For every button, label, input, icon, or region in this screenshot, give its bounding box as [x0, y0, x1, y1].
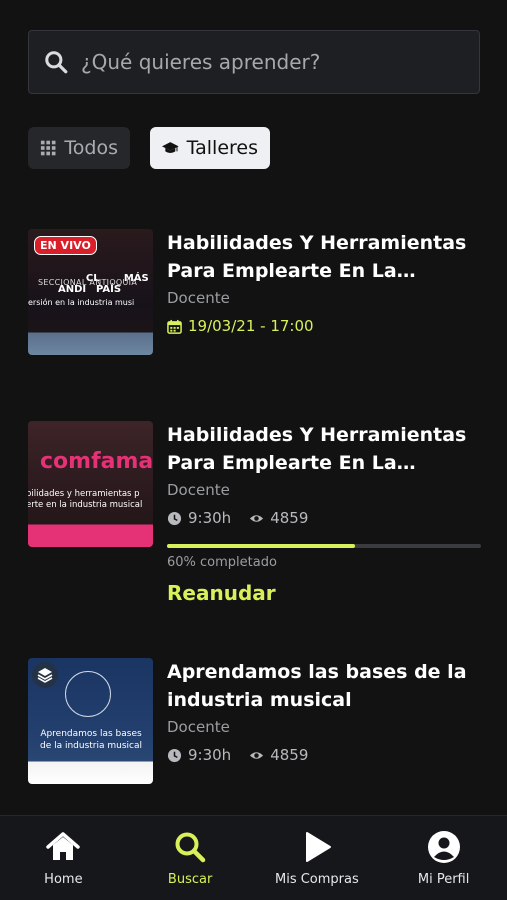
nav-home[interactable]: Home — [0, 816, 127, 900]
nav-profile-label: Mi Perfil — [417, 872, 470, 887]
eye-icon — [250, 514, 264, 522]
calendar-icon — [167, 319, 182, 334]
course-teacher: Docente — [167, 481, 230, 499]
course-stats: 9:30h 4859 — [167, 509, 485, 527]
resume-button[interactable]: Reanudar — [167, 581, 276, 605]
progress-fill — [167, 544, 356, 548]
nav-purchases[interactable]: Mis Compras — [254, 816, 381, 900]
course-duration: 9:30h — [188, 509, 232, 527]
filter-talleres-label: Talleres — [186, 137, 258, 159]
course-title[interactable]: Habilidades Y Herramientas Para Empleart… — [167, 229, 485, 285]
user-icon — [427, 831, 460, 863]
thumbnail-caption: bilidades y herramientas p erte en la in… — [28, 489, 143, 510]
course-views: 4859 — [270, 746, 309, 764]
course-title[interactable]: Habilidades Y Herramientas Para Empleart… — [167, 421, 485, 477]
course-stats: 9:30h 4859 — [167, 746, 485, 764]
progress-bar — [167, 544, 481, 548]
course-views: 4859 — [270, 509, 309, 527]
course-info: Habilidades Y Herramientas Para Empleart… — [167, 229, 485, 335]
nav-profile[interactable]: Mi Perfil — [380, 816, 507, 900]
course-thumbnail[interactable]: Aprendamos las bases de la industria mus… — [28, 658, 153, 784]
filter-all-chip[interactable]: Todos — [28, 127, 130, 169]
course-info: Habilidades Y Herramientas Para Empleart… — [167, 421, 485, 527]
bottom-navigation: Home Buscar Mis Compras Mi Perfil — [0, 815, 507, 900]
search-screen: Todos Talleres EN VIVO CL ANDI MÁS PAÍS … — [0, 0, 507, 900]
layers-icon — [32, 662, 58, 688]
course-title[interactable]: Aprendamos las bases de la industria mus… — [167, 658, 485, 714]
clock-icon — [167, 748, 182, 762]
filter-chips: Todos Talleres — [28, 127, 270, 169]
filter-talleres-chip[interactable]: Talleres — [150, 127, 270, 169]
progress-text: 60% completado — [167, 555, 277, 570]
thumbnail-caption: Aprendamos las bases de la industria mus… — [39, 729, 143, 751]
filter-all-label: Todos — [64, 137, 118, 159]
course-teacher: Docente — [167, 718, 230, 736]
nav-search[interactable]: Buscar — [127, 816, 254, 900]
nav-home-label: Home — [44, 872, 83, 887]
search-icon — [175, 832, 206, 863]
course-info: Aprendamos las bases de la industria mus… — [167, 658, 485, 764]
course-thumbnail[interactable]: EN VIVO CL ANDI MÁS PAÍS SECCIONAL ANTIO… — [28, 229, 153, 355]
search-icon — [45, 51, 68, 74]
grid-icon — [40, 140, 56, 156]
course-date-text: 19/03/21 - 17:00 — [188, 317, 314, 335]
course-card[interactable]: Aprendamos las bases de la industria mus… — [28, 658, 480, 788]
clock-icon — [167, 511, 182, 525]
thumbnail-brand: comfama — [40, 449, 153, 474]
thumbnail-caption: ersión en la industria musi — [28, 298, 135, 307]
play-icon — [305, 832, 331, 862]
search-input[interactable] — [79, 49, 479, 75]
course-thumbnail[interactable]: comfama bilidades y herramientas p erte … — [28, 421, 153, 547]
course-card[interactable]: EN VIVO CL ANDI MÁS PAÍS SECCIONAL ANTIO… — [28, 229, 480, 359]
thumbnail-emblem — [65, 671, 111, 717]
course-duration: 9:30h — [188, 746, 232, 764]
nav-purchases-label: Mis Compras — [274, 872, 359, 887]
graduation-cap-icon — [162, 142, 179, 153]
thumbnail-subtitle: SECCIONAL ANTIOQUIA — [38, 278, 138, 287]
eye-icon — [250, 751, 264, 759]
course-teacher: Docente — [167, 289, 230, 307]
live-badge: EN VIVO — [34, 236, 97, 255]
course-date: 19/03/21 - 17:00 — [167, 317, 485, 335]
home-icon — [46, 832, 81, 860]
search-bar[interactable] — [28, 30, 480, 94]
course-card[interactable]: comfama bilidades y herramientas p erte … — [28, 421, 481, 611]
nav-search-label: Buscar — [167, 872, 213, 887]
